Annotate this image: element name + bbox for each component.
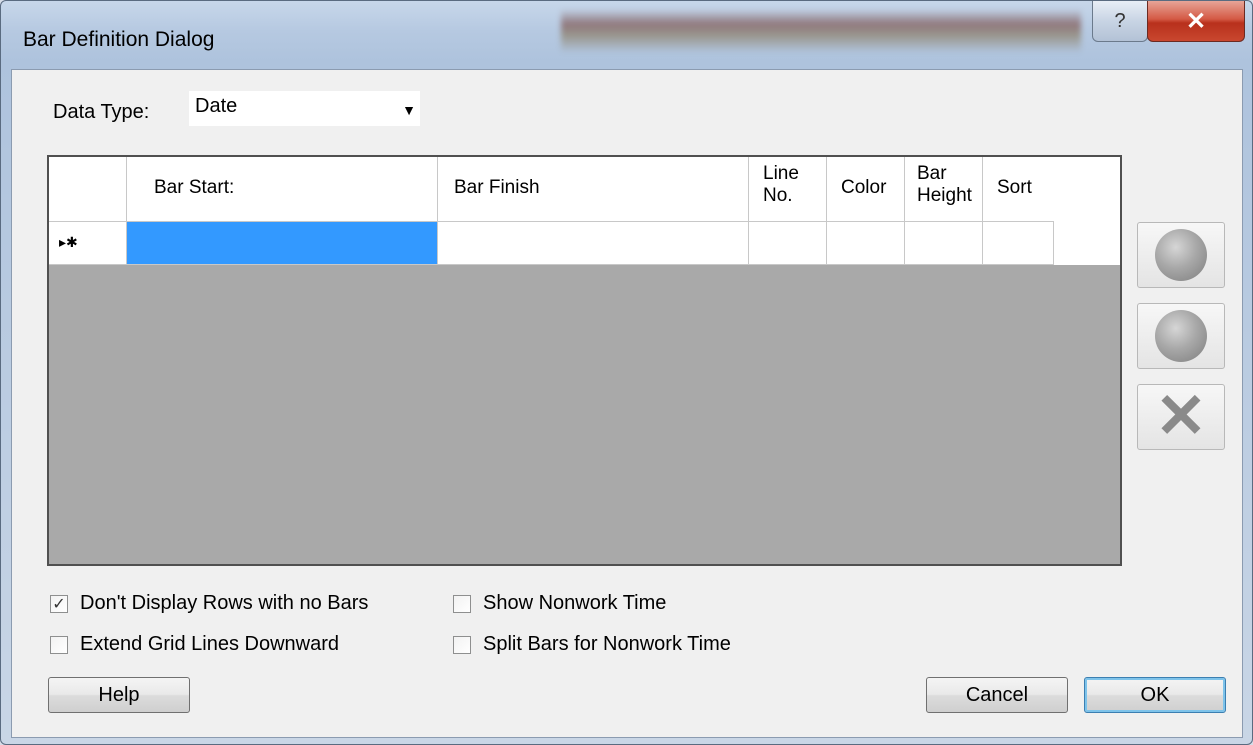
data-type-dropdown[interactable]: Date ▼ <box>189 91 420 126</box>
close-icon: ✕ <box>1185 7 1207 35</box>
dropdown-arrow-icon: ▼ <box>402 102 416 118</box>
help-button[interactable]: Help <box>48 677 190 713</box>
cell-bar-start[interactable] <box>127 221 438 265</box>
extend-grid-lines-label[interactable]: Extend Grid Lines Downward <box>80 633 339 656</box>
close-button[interactable]: ✕ <box>1147 1 1245 42</box>
cell-bar-finish[interactable] <box>438 221 749 265</box>
row-header[interactable]: ▸✱ <box>49 221 127 265</box>
delete-row-button[interactable]: ✕ <box>1137 384 1225 450</box>
cell-line-no[interactable] <box>749 221 827 265</box>
column-header-sort[interactable]: Sort <box>983 157 1120 221</box>
dont-display-rows-checkbox[interactable]: ✓ <box>50 595 68 613</box>
column-header-bar-start[interactable]: Bar Start: <box>127 157 438 221</box>
question-mark-icon: ? <box>1114 9 1126 32</box>
help-button-label: Help <box>98 683 140 706</box>
cancel-button[interactable]: Cancel <box>926 677 1068 713</box>
split-bars-label[interactable]: Split Bars for Nonwork Time <box>483 633 731 656</box>
column-header-bar-height[interactable]: Bar Height <box>905 157 983 221</box>
bar-definition-grid[interactable]: Bar Start: Bar Finish Line No. Color Bar… <box>47 155 1122 566</box>
dialog-body: Data Type: Date ▼ Bar Start: Bar Finish … <box>11 69 1243 738</box>
cell-sort[interactable] <box>983 221 1054 265</box>
new-row[interactable]: ▸✱ <box>49 221 1120 265</box>
checkmark-icon: ✓ <box>52 596 66 613</box>
column-header-bar-finish[interactable]: Bar Finish <box>438 157 749 221</box>
show-nonwork-time-checkbox[interactable] <box>453 595 471 613</box>
row-header-corner <box>49 157 127 221</box>
split-bars-checkbox[interactable] <box>453 636 471 654</box>
context-help-button[interactable]: ? <box>1092 1 1148 42</box>
show-nonwork-time-label[interactable]: Show Nonwork Time <box>483 592 666 615</box>
cancel-button-label: Cancel <box>965 683 1029 706</box>
data-type-label: Data Type: <box>53 101 150 123</box>
ok-button-label: OK <box>1140 683 1170 706</box>
column-header-color[interactable]: Color <box>827 157 905 221</box>
delete-icon: ✕ <box>1155 382 1207 451</box>
move-up-icon <box>1155 229 1207 281</box>
column-label: Color <box>841 177 887 198</box>
column-label: Line No. <box>763 163 799 206</box>
background-blur <box>561 9 1081 53</box>
grid-header: Bar Start: Bar Finish Line No. Color Bar… <box>49 157 1120 221</box>
dialog-title: Bar Definition Dialog <box>23 28 215 51</box>
ok-button[interactable]: OK <box>1084 677 1226 713</box>
move-down-button[interactable] <box>1137 303 1225 369</box>
column-label: Sort <box>997 177 1032 198</box>
title-bar[interactable]: Bar Definition Dialog ? ✕ <box>1 1 1252 61</box>
bar-definition-dialog: Bar Definition Dialog ? ✕ Data Type: Dat… <box>0 0 1253 745</box>
data-type-value: Date <box>195 95 238 117</box>
cell-color[interactable] <box>827 221 905 265</box>
column-label: Bar Finish <box>454 177 540 198</box>
extend-grid-lines-checkbox[interactable] <box>50 636 68 654</box>
dont-display-rows-label[interactable]: Don't Display Rows with no Bars <box>80 592 368 615</box>
column-label: Bar Start: <box>154 177 235 198</box>
column-label: Bar Height <box>917 163 972 206</box>
new-row-marker-icon: ▸✱ <box>59 234 78 250</box>
move-down-icon <box>1155 310 1207 362</box>
move-up-button[interactable] <box>1137 222 1225 288</box>
column-header-line-no[interactable]: Line No. <box>749 157 827 221</box>
cell-bar-height[interactable] <box>905 221 983 265</box>
